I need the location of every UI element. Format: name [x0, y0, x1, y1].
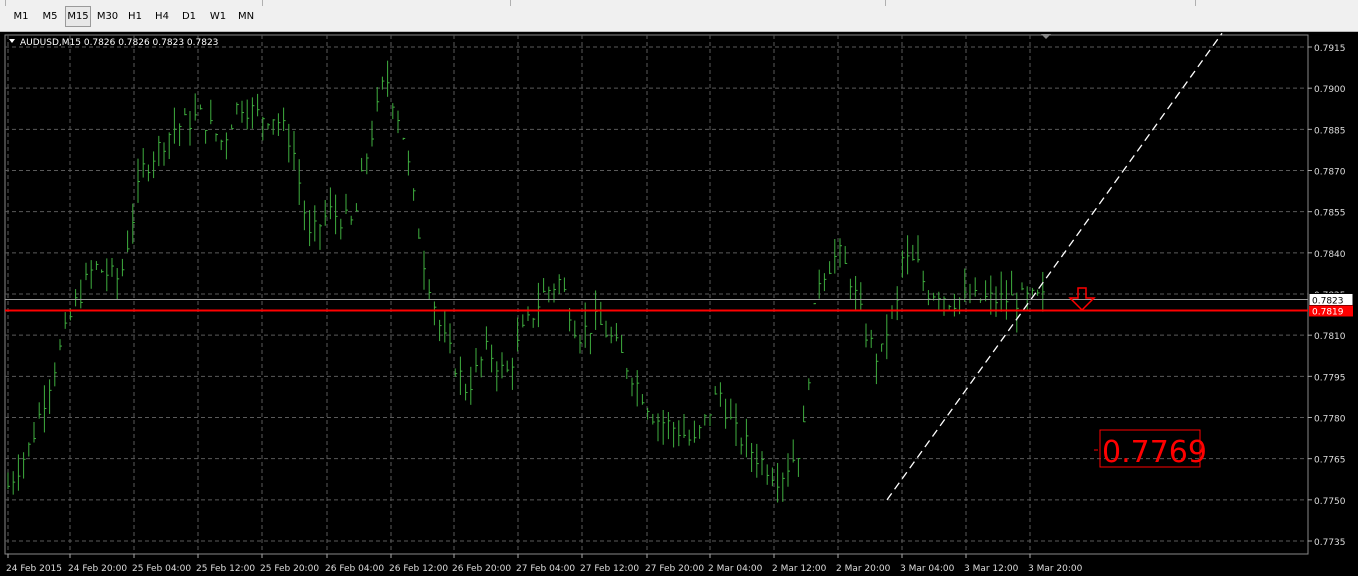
- toolbar-separator: [262, 0, 263, 6]
- x-tick-label: 24 Feb 2015: [6, 564, 62, 574]
- timeframe-button-h4[interactable]: H4: [151, 6, 173, 27]
- x-tick-label: 27 Feb 12:00: [580, 564, 639, 574]
- y-tick-label: 0.7900: [1314, 85, 1346, 95]
- price-chart[interactable]: 0.7915 0.7900 0.7885 0.7870 0.7855 0.7840 0.78…: [0, 32, 1358, 576]
- x-tick-label: 2 Mar 04:00: [708, 564, 763, 574]
- current-price-label: 0.7823: [1312, 296, 1344, 306]
- timeframe-button-w1[interactable]: W1: [207, 6, 229, 27]
- x-tick-label: 3 Mar 20:00: [1028, 564, 1083, 574]
- x-tick-label: 3 Mar 12:00: [964, 564, 1019, 574]
- timeframe-button-m30[interactable]: M30: [94, 6, 121, 27]
- timeframe-button-d1[interactable]: D1: [178, 6, 200, 27]
- x-tick-label: 2 Mar 12:00: [772, 564, 827, 574]
- x-tick-label: 24 Feb 20:00: [68, 564, 127, 574]
- timeframe-button-m15[interactable]: M15: [65, 6, 91, 27]
- x-tick-label: 25 Feb 12:00: [196, 564, 255, 574]
- x-tick-label: 26 Feb 20:00: [452, 564, 511, 574]
- x-tick-label: 26 Feb 12:00: [389, 564, 448, 574]
- timeframe-button-m1[interactable]: M1: [8, 6, 34, 27]
- y-tick-label: 0.7750: [1314, 497, 1346, 507]
- x-tick-label: 3 Mar 04:00: [900, 564, 955, 574]
- symbol-header: AUDUSD,M15 0.7826 0.7826 0.7823 0.7823: [20, 38, 218, 48]
- y-tick-label: 0.7795: [1314, 373, 1346, 383]
- chart-background: [0, 32, 1358, 576]
- y-tick-label: 0.7735: [1314, 538, 1346, 548]
- x-tick-label: 25 Feb 04:00: [132, 564, 191, 574]
- x-tick-label: 26 Feb 04:00: [325, 564, 384, 574]
- y-tick-label: 0.7870: [1314, 168, 1346, 178]
- toolbar-separator: [510, 0, 511, 6]
- y-tick-label: 0.7840: [1314, 250, 1346, 260]
- x-tick-label: 27 Feb 04:00: [516, 564, 575, 574]
- toolbar-separator: [885, 0, 886, 6]
- y-tick-label: 0.7915: [1314, 44, 1346, 54]
- x-tick-label: 25 Feb 20:00: [260, 564, 319, 574]
- timeframe-button-h1[interactable]: H1: [124, 6, 146, 27]
- toolbar-separator: [5, 0, 6, 6]
- y-tick-label: 0.7765: [1314, 456, 1346, 466]
- price-annotation-text: 0.7769: [1102, 435, 1207, 470]
- y-tick-label: 0.7855: [1314, 209, 1346, 219]
- timeframe-button-mn[interactable]: MN: [235, 6, 257, 27]
- toolbar-separator: [1195, 0, 1196, 6]
- y-tick-label: 0.7780: [1314, 415, 1346, 425]
- x-tick-label: 2 Mar 20:00: [836, 564, 891, 574]
- y-tick-label: 0.7810: [1314, 332, 1346, 342]
- level-price-label: 0.7819: [1312, 307, 1344, 317]
- y-tick-label: 0.7885: [1314, 126, 1346, 136]
- timeframe-button-m5[interactable]: M5: [37, 6, 63, 27]
- x-tick-label: 27 Feb 20:00: [645, 564, 704, 574]
- timeframe-toolbar: M1 M5 M15 M30 H1 H4 D1 W1 MN: [0, 0, 1358, 32]
